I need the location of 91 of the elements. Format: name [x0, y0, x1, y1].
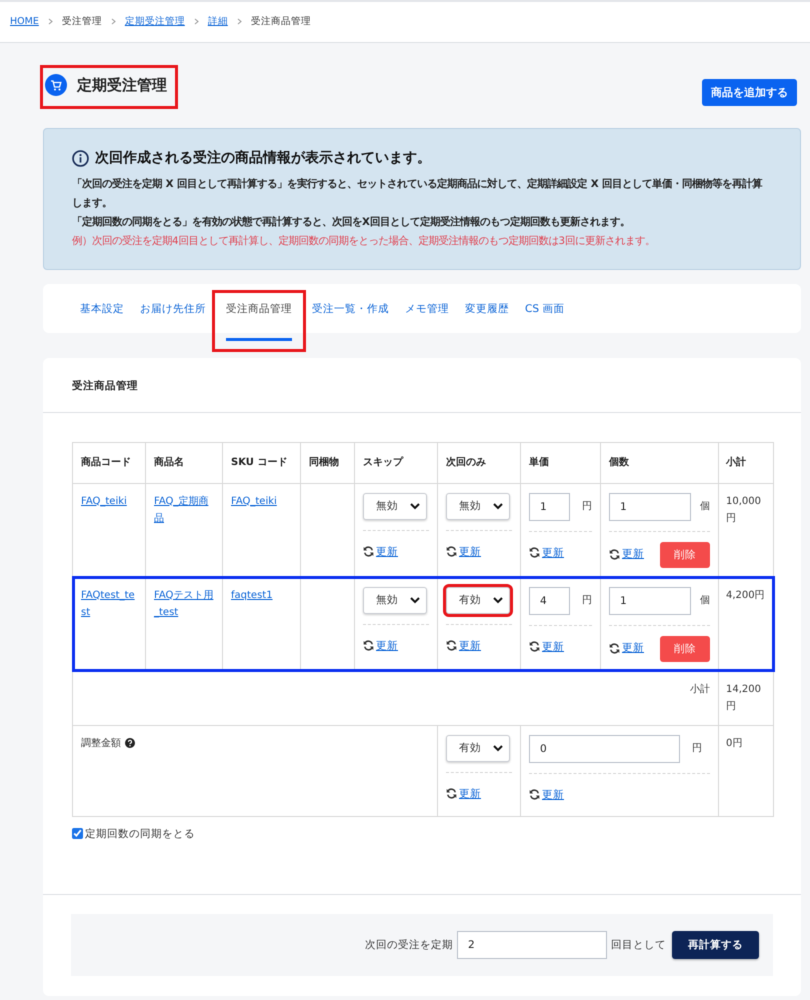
- refresh-icon: [529, 789, 540, 800]
- subtotal-label: 小計: [690, 684, 710, 694]
- dropdown[interactable]: 無効: [363, 586, 427, 614]
- page-title: 定期受注管理: [77, 76, 167, 94]
- column-header: SKU コード: [222, 442, 300, 483]
- column-header: 商品名: [146, 442, 222, 483]
- unit-label: 円: [582, 594, 592, 608]
- unit-label: 円: [692, 742, 702, 756]
- unit-label: 個: [700, 594, 710, 608]
- column-header: 小計: [718, 442, 774, 483]
- refresh-icon: [363, 546, 374, 558]
- info-icon: [72, 150, 89, 166]
- quantity-field[interactable]: 1: [609, 492, 691, 520]
- tab[interactable]: 受注商品管理: [214, 292, 304, 350]
- update-link[interactable]: 更新: [609, 639, 644, 658]
- notice-text: 例）次回の受注を定期4回目として再計算し、定期回数の同期をとった場合、定期受注情報のもつ定期回数は3回に更新されます。: [72, 234, 656, 249]
- sku-link[interactable]: FAQ_teiki: [231, 492, 292, 510]
- update-link[interactable]: 更新: [529, 638, 564, 656]
- breadcrumb-current: 受注商品管理: [250, 14, 311, 28]
- chevron-right-icon: [236, 18, 242, 24]
- checkbox-label: 定期回数の同期をとる: [85, 826, 195, 841]
- update-link[interactable]: 更新: [529, 544, 564, 562]
- product-code-link[interactable]: FAQ_teiki: [81, 492, 137, 510]
- tab[interactable]: CS 画面: [517, 284, 572, 333]
- update-link[interactable]: 更新: [363, 542, 398, 561]
- cart-icon: [45, 74, 67, 96]
- refresh-icon: [446, 546, 457, 558]
- column-header: 同梱物: [300, 442, 354, 483]
- update-link[interactable]: 更新: [609, 545, 644, 564]
- update-link[interactable]: 更新: [446, 542, 481, 561]
- price-field[interactable]: 4: [529, 586, 570, 614]
- tab[interactable]: 変更履歴: [457, 284, 517, 333]
- breadcrumb-link[interactable]: HOME: [10, 16, 39, 26]
- help-icon: [125, 738, 135, 748]
- notice-text: 「定期回数の同期をとる」を有効の状態で再計算すると、次回をX回目として定期受注情報のもつ定期回数も更新されます。: [72, 214, 631, 230]
- chevron-down-icon: [410, 502, 420, 510]
- recalc-label: 次回の受注を定期: [365, 938, 453, 952]
- delete-button[interactable]: 削除: [660, 636, 710, 662]
- refresh-icon: [609, 549, 620, 560]
- chevron-down-icon: [493, 744, 503, 752]
- dropdown[interactable]: 有効: [446, 734, 510, 762]
- chevron-down-icon: [493, 502, 503, 510]
- add-product-button[interactable]: 商品を追加する: [702, 79, 797, 106]
- dropdown[interactable]: 無効: [363, 492, 427, 520]
- section-title: 受注商品管理: [43, 358, 801, 413]
- tab[interactable]: メモ管理: [397, 284, 457, 333]
- dropdown[interactable]: 無効: [446, 492, 510, 520]
- chevron-right-icon: [110, 18, 116, 24]
- breadcrumb-link[interactable]: 詳細: [208, 14, 228, 28]
- adjustment-total: 0円: [726, 738, 742, 748]
- column-header: 次回のみ: [438, 442, 520, 483]
- subtotal-text: 10,000円: [726, 496, 761, 524]
- subtotal-text: 4,200円: [726, 590, 765, 600]
- refresh-icon: [446, 640, 457, 652]
- delete-button[interactable]: 削除: [660, 542, 710, 568]
- checkbox[interactable]: [72, 828, 83, 840]
- breadcrumb-link[interactable]: 定期受注管理: [124, 14, 185, 28]
- notice-text: 「次回の受注を定期 X 回目として再計算する」を実行すると、セットされている定期商品に対して、定期詳細設定 X 回目として単価・同梱物等を再計算します。: [72, 176, 764, 211]
- chevron-right-icon: [48, 18, 53, 24]
- update-link[interactable]: 更新: [446, 636, 481, 655]
- breadcrumb-current: 受注管理: [62, 14, 102, 28]
- adjustment-label: 調整金額: [81, 736, 121, 750]
- column-header: 個数: [600, 442, 718, 483]
- total-text: 14,200円: [726, 684, 761, 712]
- chevron-right-icon: [194, 18, 199, 24]
- unit-label: 円: [582, 500, 592, 514]
- column-header: 商品コード: [72, 442, 146, 483]
- refresh-icon: [529, 547, 540, 558]
- column-header: スキップ: [354, 442, 438, 483]
- refresh-icon: [363, 640, 374, 652]
- recalc-field[interactable]: 2: [457, 931, 607, 959]
- unit-label: 個: [700, 500, 710, 514]
- update-link[interactable]: 更新: [363, 636, 398, 655]
- adjustment-field[interactable]: 0: [529, 734, 680, 762]
- chevron-down-icon: [410, 596, 420, 604]
- price-field[interactable]: 1: [529, 492, 570, 520]
- refresh-icon: [609, 643, 620, 654]
- notice-title: 次回作成される受注の商品情報が表示されています。: [95, 149, 431, 167]
- update-link[interactable]: 更新: [529, 786, 564, 804]
- recalc-label: 回目として: [611, 938, 666, 952]
- quantity-field[interactable]: 1: [609, 586, 691, 614]
- recalculate-button[interactable]: 再計算する: [672, 931, 759, 959]
- chevron-down-icon: [493, 596, 503, 604]
- tab[interactable]: お届け先住所: [132, 284, 214, 333]
- refresh-icon: [529, 641, 540, 652]
- sku-link[interactable]: faqtest1: [231, 586, 292, 604]
- column-header: 単価: [520, 442, 600, 483]
- tab[interactable]: 受注一覧・作成: [304, 284, 397, 333]
- update-link[interactable]: 更新: [446, 784, 481, 803]
- tab[interactable]: 基本設定: [72, 284, 132, 333]
- refresh-icon: [446, 788, 457, 800]
